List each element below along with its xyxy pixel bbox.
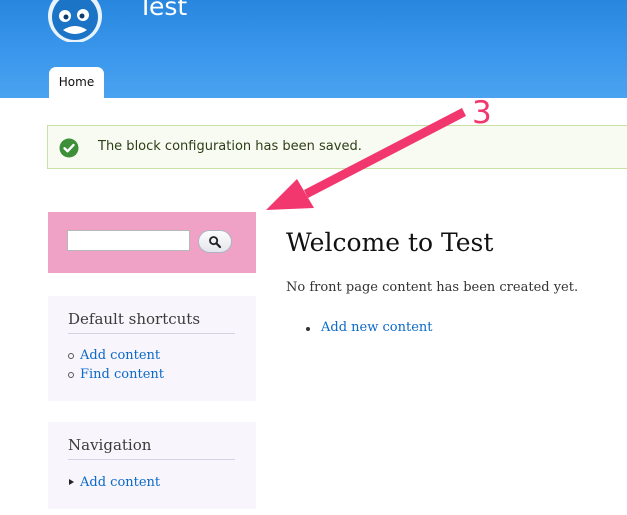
annotation-arrow-icon: [266, 108, 466, 210]
annotation-number: 3: [472, 95, 492, 131]
